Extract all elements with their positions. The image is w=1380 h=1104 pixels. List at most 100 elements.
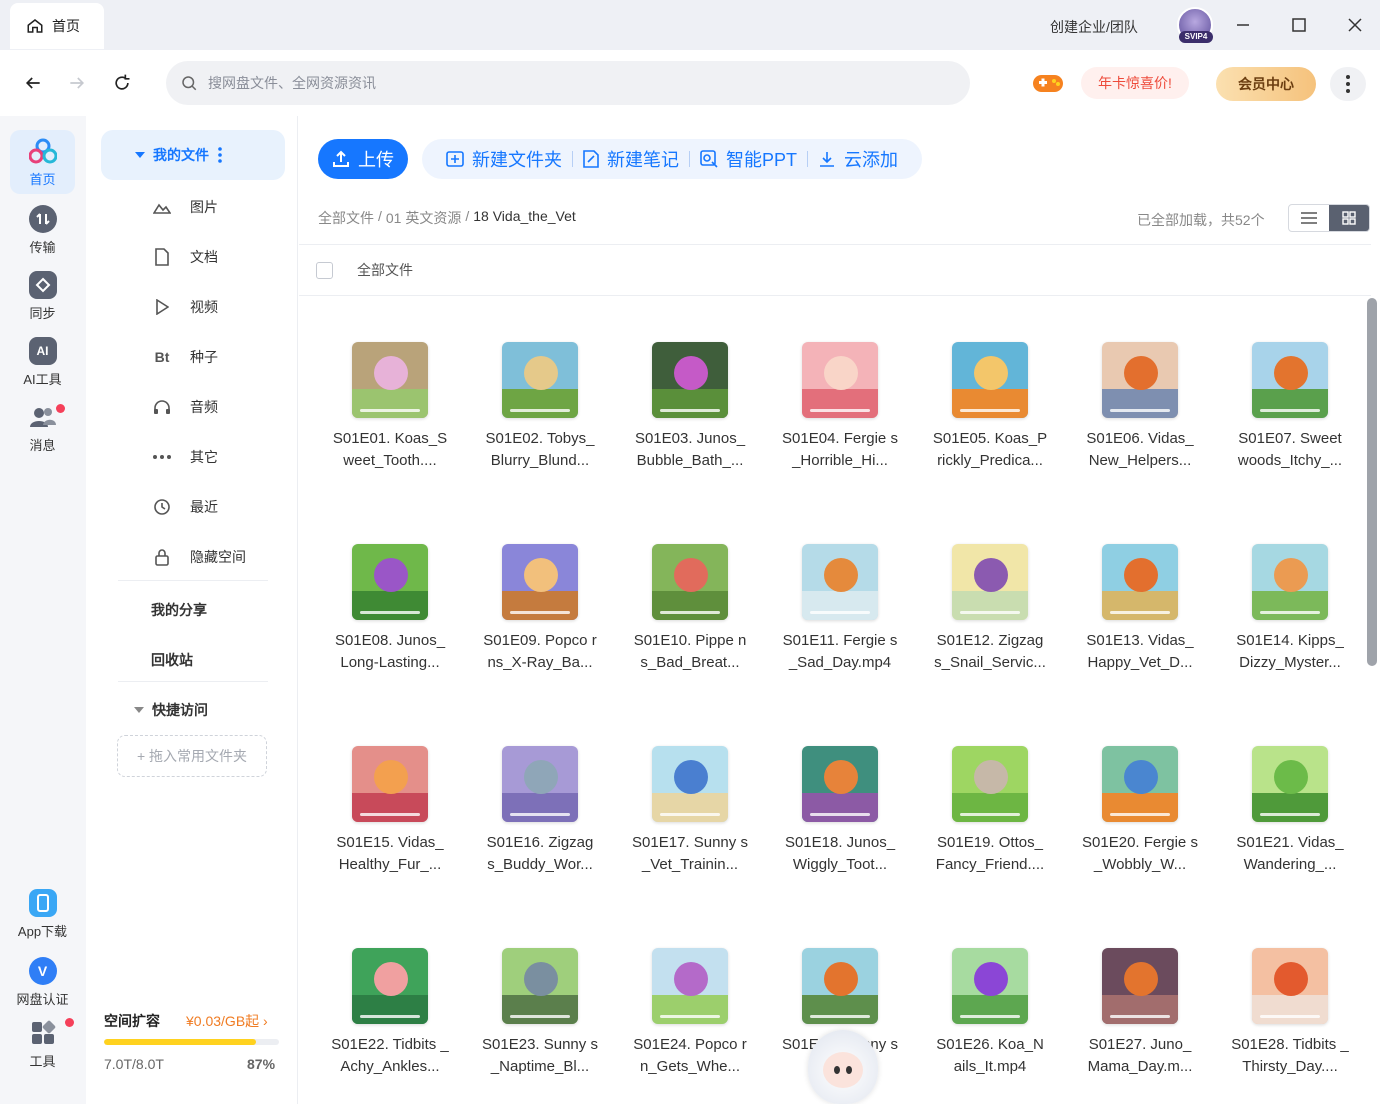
file-item[interactable]: S01E20. Fergie s_Wobbly_W... [1065,720,1215,922]
sidebar-item-images[interactable]: 图片 [152,193,218,221]
file-item[interactable]: S01E23. Sunny s_Naptime_Bl... [465,922,615,1104]
file-item[interactable]: S01E24. Popco rn_Gets_Whe... [615,922,765,1104]
file-item[interactable]: S01E10. Pippe ns_Bad_Breat... [615,518,765,720]
file-item[interactable]: S01E14. Kipps_ Dizzy_Myster... [1215,518,1365,720]
more-menu-button[interactable] [1330,67,1366,101]
rail-item-home[interactable]: 首页 [10,130,75,194]
file-item[interactable]: S01E07. Sweet woods_Itchy_... [1215,316,1365,518]
drop-common-folder-zone[interactable]: + 拖入常用文件夹 [117,735,267,777]
file-item[interactable]: S01E05. Koas_P rickly_Predica... [915,316,1065,518]
toolbar-actions: 新建文件夹 新建笔记 智能PPT 云添加 [422,139,923,179]
file-sidebar: 我的文件 图片 文档 视频 Bt 种子 音频 其它 最近 隐藏空间 我的分享 回… [86,116,298,1104]
sidebar-item-documents[interactable]: 文档 [152,243,218,271]
forward-button[interactable] [64,70,90,96]
close-button[interactable] [1342,12,1368,38]
thumbnail-character [974,962,1008,996]
file-item[interactable]: S01E18. Junos_ Wiggly_Toot... [765,720,915,922]
sidebar-item-torrents[interactable]: Bt 种子 [152,343,218,371]
breadcrumb-separator: / [378,208,382,224]
file-item[interactable]: S01E21. Vidas_ Wandering_... [1215,720,1365,922]
thumbnail-ground [502,389,578,418]
file-name: S01E17. Sunny s_Vet_Trainin... [632,834,748,873]
file-item[interactable]: S01E12. Zigzag s_Snail_Servic... [915,518,1065,720]
file-grid: S01E01. Koas_S weet_Tooth.... S01E02. Tob… [315,316,1365,1104]
sidebar-item-others[interactable]: 其它 [152,443,218,471]
thumbnail-subtitle [1110,1015,1170,1018]
search-icon [182,76,197,91]
rail-item-messages[interactable]: 消息 [10,396,75,460]
create-team-link[interactable]: 创建企业/团队 [1050,17,1138,37]
breadcrumb-root[interactable]: 全部文件 [318,208,374,228]
smart-ppt-label: 智能PPT [726,150,798,170]
sidebar-item-my-share[interactable]: 我的分享 [151,600,207,620]
scrollbar[interactable] [1367,298,1377,666]
rail-item-app-download[interactable]: App下载 [10,882,75,946]
smart-ppt-button[interactable]: 智能PPT [690,146,807,172]
my-files-header[interactable]: 我的文件 [101,130,285,180]
rail-item-ai-tools[interactable]: AI AI工具 [10,330,75,394]
sidebar-item-label: 最近 [190,499,218,515]
assistant-mascot[interactable] [808,1030,878,1104]
video-thumbnail [802,544,878,620]
quick-access-header[interactable]: 快捷访问 [134,700,208,720]
vip-center-button[interactable]: 会员中心 [1216,67,1316,101]
file-item[interactable]: S01E19. Ottos_ Fancy_Friend.... [915,720,1065,922]
thumbnail-subtitle [1110,813,1170,816]
tab-home[interactable]: 首页 [10,3,104,49]
file-name: S01E04. Fergie s_Horrible_Hi... [782,430,898,469]
sidebar-item-recent[interactable]: 最近 [152,493,218,521]
sidebar-item-hidden-space[interactable]: 隐藏空间 [152,543,246,571]
gamepad-icon[interactable] [1031,70,1065,96]
maximize-button[interactable] [1286,12,1312,38]
file-item[interactable]: S01E04. Fergie s_Horrible_Hi... [765,316,915,518]
annual-promo-button[interactable]: 年卡惊喜价! [1081,67,1189,99]
new-folder-button[interactable]: 新建文件夹 [436,146,572,172]
storage-price-link[interactable]: ¥0.03/GB起 › [186,1011,268,1031]
more-vertical-icon[interactable] [217,147,223,163]
sidebar-item-videos[interactable]: 视频 [152,293,218,321]
video-thumbnail [1252,342,1328,418]
thumbnail-character [1124,356,1158,390]
file-item[interactable]: S01E16. Zigzag s_Buddy_Wor... [465,720,615,922]
thumbnail-ground [802,389,878,418]
file-item[interactable]: S01E11. Fergie s_Sad_Day.mp4 [765,518,915,720]
upload-button[interactable]: 上传 [318,139,408,179]
thumbnail-subtitle [510,409,570,412]
sidebar-item-audio[interactable]: 音频 [152,393,218,421]
file-item[interactable]: S01E09. Popco rns_X-Ray_Ba... [465,518,615,720]
thumbnail-ground [1252,995,1328,1024]
file-item[interactable]: S01E28. Tidbits _Thirsty_Day.... [1215,922,1365,1104]
thumbnail-subtitle [960,1015,1020,1018]
file-item[interactable]: S01E01. Koas_S weet_Tooth.... [315,316,465,518]
breadcrumb-level1[interactable]: 01 英文资源 [386,208,461,228]
rail-item-transfer[interactable]: 传输 [10,198,75,262]
cloud-add-button[interactable]: 云添加 [808,146,908,172]
select-all-checkbox[interactable] [316,261,333,279]
rail-item-verify[interactable]: V 网盘认证 [10,950,75,1014]
file-item[interactable]: S01E06. Vidas_ New_Helpers... [1065,316,1215,518]
search-box[interactable] [166,61,970,105]
new-note-button[interactable]: 新建笔记 [573,146,689,172]
file-item[interactable]: S01E03. Junos_ Bubble_Bath_... [615,316,765,518]
file-item[interactable]: S01E27. Juno_ Mama_Day.m... [1065,922,1215,1104]
file-item[interactable]: S01E17. Sunny s_Vet_Trainin... [615,720,765,922]
list-view-button[interactable] [1289,205,1329,231]
file-item[interactable]: S01E08. Junos_ Long-Lasting... [315,518,465,720]
search-input[interactable] [208,75,908,91]
thumbnail-subtitle [810,611,870,614]
thumbnail-subtitle [810,409,870,412]
minimize-button[interactable] [1230,12,1256,38]
file-item[interactable]: S01E02. Tobys_ Blurry_Blund... [465,316,615,518]
video-thumbnail [1102,342,1178,418]
file-item[interactable]: S01E15. Vidas_ Healthy_Fur_... [315,720,465,922]
thumbnail-ground [952,591,1028,620]
file-name: S01E09. Popco rns_X-Ray_Ba... [483,632,597,671]
file-item[interactable]: S01E26. Koa_N ails_It.mp4 [915,922,1065,1104]
file-item[interactable]: S01E22. Tidbits _Achy_Ankles... [315,922,465,1104]
back-button[interactable] [20,70,46,96]
file-item[interactable]: S01E13. Vidas_ Happy_Vet_D... [1065,518,1215,720]
sidebar-item-recycle-bin[interactable]: 回收站 [151,650,193,670]
grid-view-button[interactable] [1329,205,1369,231]
rail-item-sync[interactable]: 同步 [10,264,75,328]
refresh-button[interactable] [109,70,135,96]
